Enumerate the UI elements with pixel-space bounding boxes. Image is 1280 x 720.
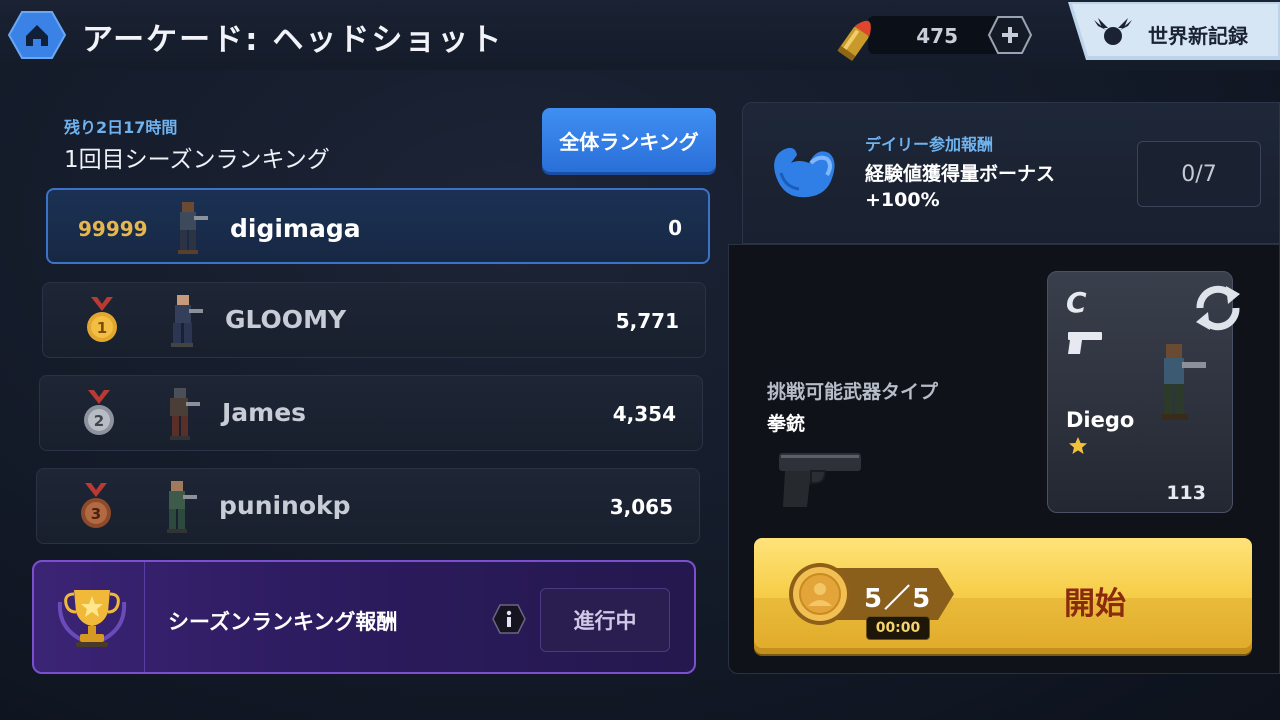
- character-card[interactable]: C Diego 113: [1047, 271, 1240, 513]
- page-title: アーケード: ヘッドショット: [82, 22, 504, 58]
- world-record-label: 世界新記録: [1148, 24, 1248, 48]
- ammo-value: 475: [916, 24, 958, 48]
- weapon-type-name: 拳銃: [767, 413, 806, 435]
- player-score: 0: [668, 216, 682, 240]
- character-sprite: [167, 481, 197, 533]
- daily-reward-counter: 0/7: [1137, 141, 1261, 207]
- daily-reward-bonus: +100%: [865, 189, 940, 211]
- player-name: digimaga: [230, 214, 361, 243]
- pistol-type-icon: [1068, 332, 1102, 354]
- player-score: 5,771: [615, 309, 679, 333]
- player-name: puninokp: [219, 491, 351, 520]
- world-record-button[interactable]: 世界新記録: [1068, 2, 1280, 60]
- daily-reward-description: 経験値獲得量ボーナス: [865, 163, 1056, 185]
- ranking-row-self[interactable]: 99999 digimaga 0: [46, 188, 710, 264]
- player-score: 4,354: [612, 402, 676, 426]
- token-count: 5／5: [864, 584, 933, 614]
- character-sprite: [1162, 344, 1206, 420]
- bronze-medal-icon: 3: [81, 483, 111, 528]
- gold-medal-icon: 1: [87, 297, 117, 342]
- add-ammo-button[interactable]: [987, 16, 1033, 54]
- character-class: C: [1066, 286, 1087, 319]
- trophy-icon: [57, 590, 127, 647]
- ranking-row[interactable]: 2 James 4,354: [39, 375, 703, 451]
- character-name: Diego: [1066, 408, 1135, 432]
- home-button[interactable]: [7, 10, 67, 60]
- plus-icon: [987, 16, 1033, 54]
- laurel-medal-icon: [1094, 18, 1132, 45]
- daily-reward-title: デイリー参加報酬: [865, 135, 994, 154]
- star-icon: [1069, 437, 1087, 454]
- season-reward-bar[interactable]: シーズンランキング報酬 進行中: [32, 560, 696, 674]
- bullet-icon: [837, 20, 871, 62]
- season-reward-label: シーズンランキング報酬: [168, 610, 398, 634]
- ammo-counter: 475: [837, 16, 1033, 62]
- season-ranking-title: 1回目シーズンランキング: [64, 147, 330, 173]
- refresh-icon[interactable]: [1186, 278, 1250, 338]
- silver-medal-icon: 2: [84, 390, 114, 435]
- rank-number: 99999: [78, 217, 148, 241]
- ranking-row[interactable]: 3 puninokp 3,065: [36, 468, 700, 544]
- svg-text:3: 3: [91, 505, 101, 523]
- reward-status-button[interactable]: 進行中: [540, 588, 670, 652]
- pistol-icon: [779, 453, 861, 507]
- info-icon[interactable]: [492, 604, 526, 634]
- player-score: 3,065: [609, 495, 673, 519]
- weapon-type-label: 挑戦可能武器タイプ: [767, 381, 939, 403]
- ranking-row[interactable]: 1 GLOOMY 5,771: [42, 282, 706, 358]
- flexed-arm-icon: [774, 147, 835, 198]
- character-sprite: [171, 295, 203, 347]
- character-power: 113: [1166, 482, 1206, 504]
- home-icon: [7, 11, 67, 59]
- top-bar: アーケード: ヘッドショット 475 世界新記録: [0, 0, 1280, 70]
- overall-ranking-button[interactable]: 全体ランキング: [542, 108, 716, 172]
- svg-text:1: 1: [97, 319, 107, 337]
- character-sprite: [178, 202, 208, 254]
- token-timer: 00:00: [866, 616, 930, 640]
- season-time-left: 残り2日17時間: [64, 118, 178, 137]
- player-name: James: [222, 398, 307, 427]
- start-label: 開始: [1064, 586, 1126, 622]
- character-sprite: [170, 388, 200, 440]
- start-button[interactable]: 5／5 00:00 開始: [754, 538, 1252, 654]
- svg-text:2: 2: [94, 412, 104, 430]
- daily-reward-panel: デイリー参加報酬 経験値獲得量ボーナス +100% 0/7: [742, 102, 1280, 244]
- player-name: GLOOMY: [225, 305, 347, 334]
